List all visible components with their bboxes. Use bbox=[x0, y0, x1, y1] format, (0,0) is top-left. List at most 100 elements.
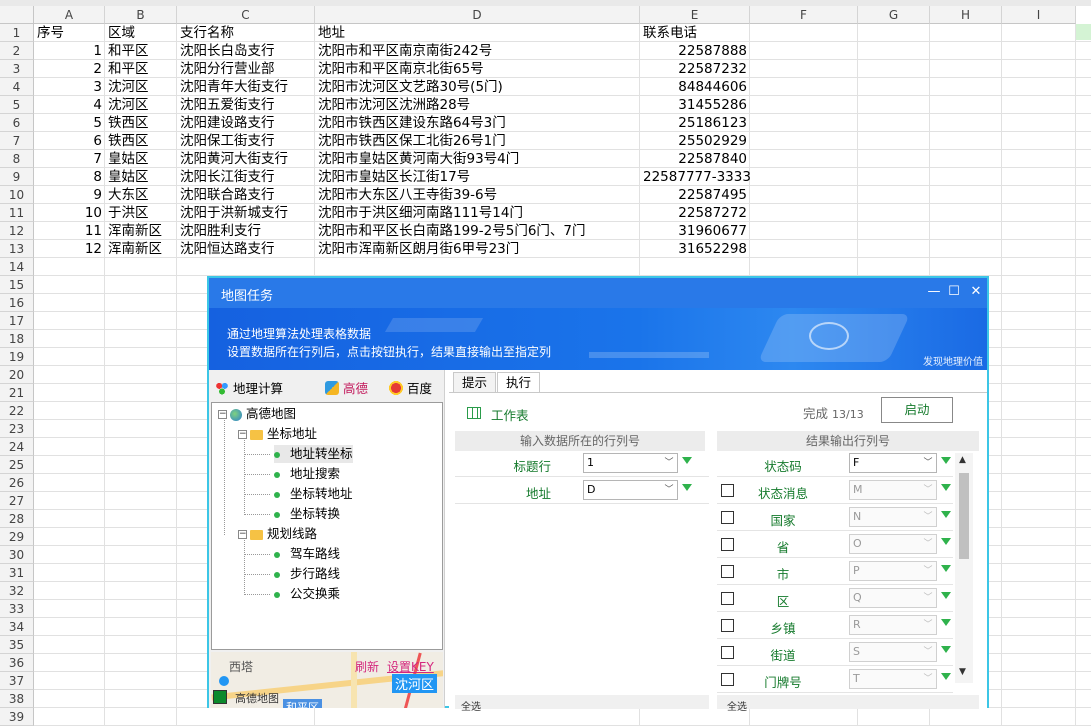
output-checkbox[interactable] bbox=[721, 619, 734, 632]
cell[interactable]: 22587777-3333 bbox=[640, 168, 751, 186]
tree-root[interactable]: − 高德地图 bbox=[218, 405, 296, 423]
scroll-down-icon[interactable]: ▼ bbox=[959, 667, 966, 677]
cell[interactable]: 沈阳市沈河区沈洲路28号 bbox=[315, 96, 473, 114]
chevron-down-icon[interactable]: ﹀ bbox=[920, 589, 936, 607]
cell[interactable]: 皇姑区 bbox=[105, 150, 152, 168]
green-arrow-icon[interactable] bbox=[682, 457, 692, 464]
cell[interactable]: 沈阳胜利支行 bbox=[177, 222, 264, 240]
tab-hint[interactable]: 提示 bbox=[453, 372, 497, 392]
tree-item[interactable]: 地址搜索 bbox=[274, 465, 340, 483]
column-header[interactable]: H bbox=[930, 6, 1002, 24]
cell[interactable]: 沈阳保工街支行 bbox=[177, 132, 278, 150]
cell[interactable]: 区域 bbox=[105, 24, 138, 42]
cell[interactable]: 序号 bbox=[34, 24, 67, 42]
cell[interactable]: 沈河区 bbox=[105, 96, 152, 114]
scroll-up-icon[interactable]: ▲ bbox=[959, 455, 966, 465]
chevron-down-icon[interactable]: ﹀ bbox=[920, 481, 936, 499]
row-header[interactable]: 26 bbox=[0, 474, 34, 492]
cell[interactable]: 沈阳市皇姑区黄河南大街93号4门 bbox=[315, 150, 522, 168]
cell[interactable]: 浑南新区 bbox=[105, 240, 165, 258]
cell[interactable]: 和平区 bbox=[105, 42, 152, 60]
cell[interactable]: 沈阳市皇姑区长江街17号 bbox=[315, 168, 473, 186]
column-header[interactable]: D bbox=[315, 6, 640, 24]
cell[interactable]: 沈阳黄河大街支行 bbox=[177, 150, 291, 168]
cell[interactable]: 9 bbox=[34, 186, 105, 204]
output-column-select[interactable]: P ﹀ bbox=[849, 561, 937, 581]
tree-group-route[interactable]: − 规划线路 bbox=[238, 525, 317, 543]
row-header[interactable]: 21 bbox=[0, 384, 34, 402]
row-header[interactable]: 28 bbox=[0, 510, 34, 528]
tab-execute[interactable]: 执行 bbox=[497, 372, 541, 393]
cell[interactable]: 22587840 bbox=[640, 150, 750, 168]
collapse-icon[interactable]: − bbox=[238, 430, 247, 439]
row-header[interactable]: 22 bbox=[0, 402, 34, 420]
cell[interactable]: 1 bbox=[34, 42, 105, 60]
row-header[interactable]: 39 bbox=[0, 708, 34, 726]
cell[interactable]: 沈阳分行营业部 bbox=[177, 60, 278, 78]
row-header[interactable]: 34 bbox=[0, 618, 34, 636]
cell[interactable]: 11 bbox=[34, 222, 105, 240]
input-column-select[interactable]: 1 ﹀ bbox=[583, 453, 678, 473]
green-arrow-icon[interactable] bbox=[941, 484, 951, 491]
chevron-down-icon[interactable]: ﹀ bbox=[920, 616, 936, 634]
row-header[interactable]: 12 bbox=[0, 222, 34, 240]
input-column-select[interactable]: D ﹀ bbox=[583, 480, 678, 500]
output-column-select[interactable]: S ﹀ bbox=[849, 642, 937, 662]
row-header[interactable]: 25 bbox=[0, 456, 34, 474]
row-header[interactable]: 8 bbox=[0, 150, 34, 168]
column-header[interactable]: B bbox=[105, 6, 177, 24]
output-column-select[interactable]: M ﹀ bbox=[849, 480, 937, 500]
cell[interactable]: 沈阳市铁西区保工北街26号1门 bbox=[315, 132, 509, 150]
green-arrow-icon[interactable] bbox=[941, 646, 951, 653]
cell[interactable]: 沈阳市浑南新区朗月街6甲号23门 bbox=[315, 240, 522, 258]
tree-item[interactable]: 公交换乘 bbox=[274, 585, 340, 603]
cell[interactable]: 5 bbox=[34, 114, 105, 132]
cell[interactable]: 22587888 bbox=[640, 42, 750, 60]
worksheet-label[interactable]: 工作表 bbox=[491, 405, 529, 424]
row-header[interactable]: 19 bbox=[0, 348, 34, 366]
cell[interactable]: 4 bbox=[34, 96, 105, 114]
output-checkbox[interactable] bbox=[721, 511, 734, 524]
row-header[interactable]: 18 bbox=[0, 330, 34, 348]
cell[interactable]: 6 bbox=[34, 132, 105, 150]
cell[interactable]: 沈阳市铁西区建设东路64号3门 bbox=[315, 114, 509, 132]
cell[interactable]: 浑南新区 bbox=[105, 222, 165, 240]
cell[interactable]: 10 bbox=[34, 204, 105, 222]
output-column-select[interactable]: R ﹀ bbox=[849, 615, 937, 635]
select-all-input[interactable]: 全选 bbox=[461, 698, 481, 713]
green-arrow-icon[interactable] bbox=[941, 538, 951, 545]
tree-item[interactable]: 地址转坐标 bbox=[274, 445, 353, 463]
cell[interactable]: 沈阳青年大街支行 bbox=[177, 78, 291, 96]
row-header[interactable]: 20 bbox=[0, 366, 34, 384]
row-header[interactable]: 1 bbox=[0, 24, 34, 42]
tree-group-coord[interactable]: − 坐标地址 bbox=[238, 425, 317, 443]
cell[interactable]: 沈阳建设路支行 bbox=[177, 114, 278, 132]
row-header[interactable]: 11 bbox=[0, 204, 34, 222]
cell[interactable]: 联系电话 bbox=[640, 24, 700, 42]
output-checkbox[interactable] bbox=[721, 673, 734, 686]
minimize-icon[interactable]: — bbox=[925, 283, 943, 301]
chevron-down-icon[interactable]: ﹀ bbox=[661, 481, 677, 499]
cell[interactable]: 皇姑区 bbox=[105, 168, 152, 186]
row-header[interactable]: 9 bbox=[0, 168, 34, 186]
row-header[interactable]: 10 bbox=[0, 186, 34, 204]
row-header[interactable]: 2 bbox=[0, 42, 34, 60]
chevron-down-icon[interactable]: ﹀ bbox=[920, 454, 936, 472]
tab-geo-calc[interactable]: 地理计算 bbox=[215, 378, 283, 397]
cell[interactable]: 沈阳市和平区南京北街65号 bbox=[315, 60, 487, 78]
cell[interactable]: 3 bbox=[34, 78, 105, 96]
cell[interactable]: 于洪区 bbox=[105, 204, 152, 222]
row-header[interactable]: 36 bbox=[0, 654, 34, 672]
select-all-output[interactable]: 全选 bbox=[727, 698, 747, 713]
output-column-select[interactable]: O ﹀ bbox=[849, 534, 937, 554]
cell[interactable]: 铁西区 bbox=[105, 132, 152, 150]
cell[interactable]: 8 bbox=[34, 168, 105, 186]
cell[interactable]: 沈阳长白岛支行 bbox=[177, 42, 278, 60]
row-header[interactable]: 6 bbox=[0, 114, 34, 132]
green-arrow-icon[interactable] bbox=[941, 511, 951, 518]
map-toggle-checkbox[interactable] bbox=[213, 690, 227, 704]
output-checkbox[interactable] bbox=[721, 484, 734, 497]
cell[interactable]: 沈阳恒达路支行 bbox=[177, 240, 278, 258]
column-header[interactable]: I bbox=[1002, 6, 1076, 24]
cell[interactable]: 支行名称 bbox=[177, 24, 237, 42]
